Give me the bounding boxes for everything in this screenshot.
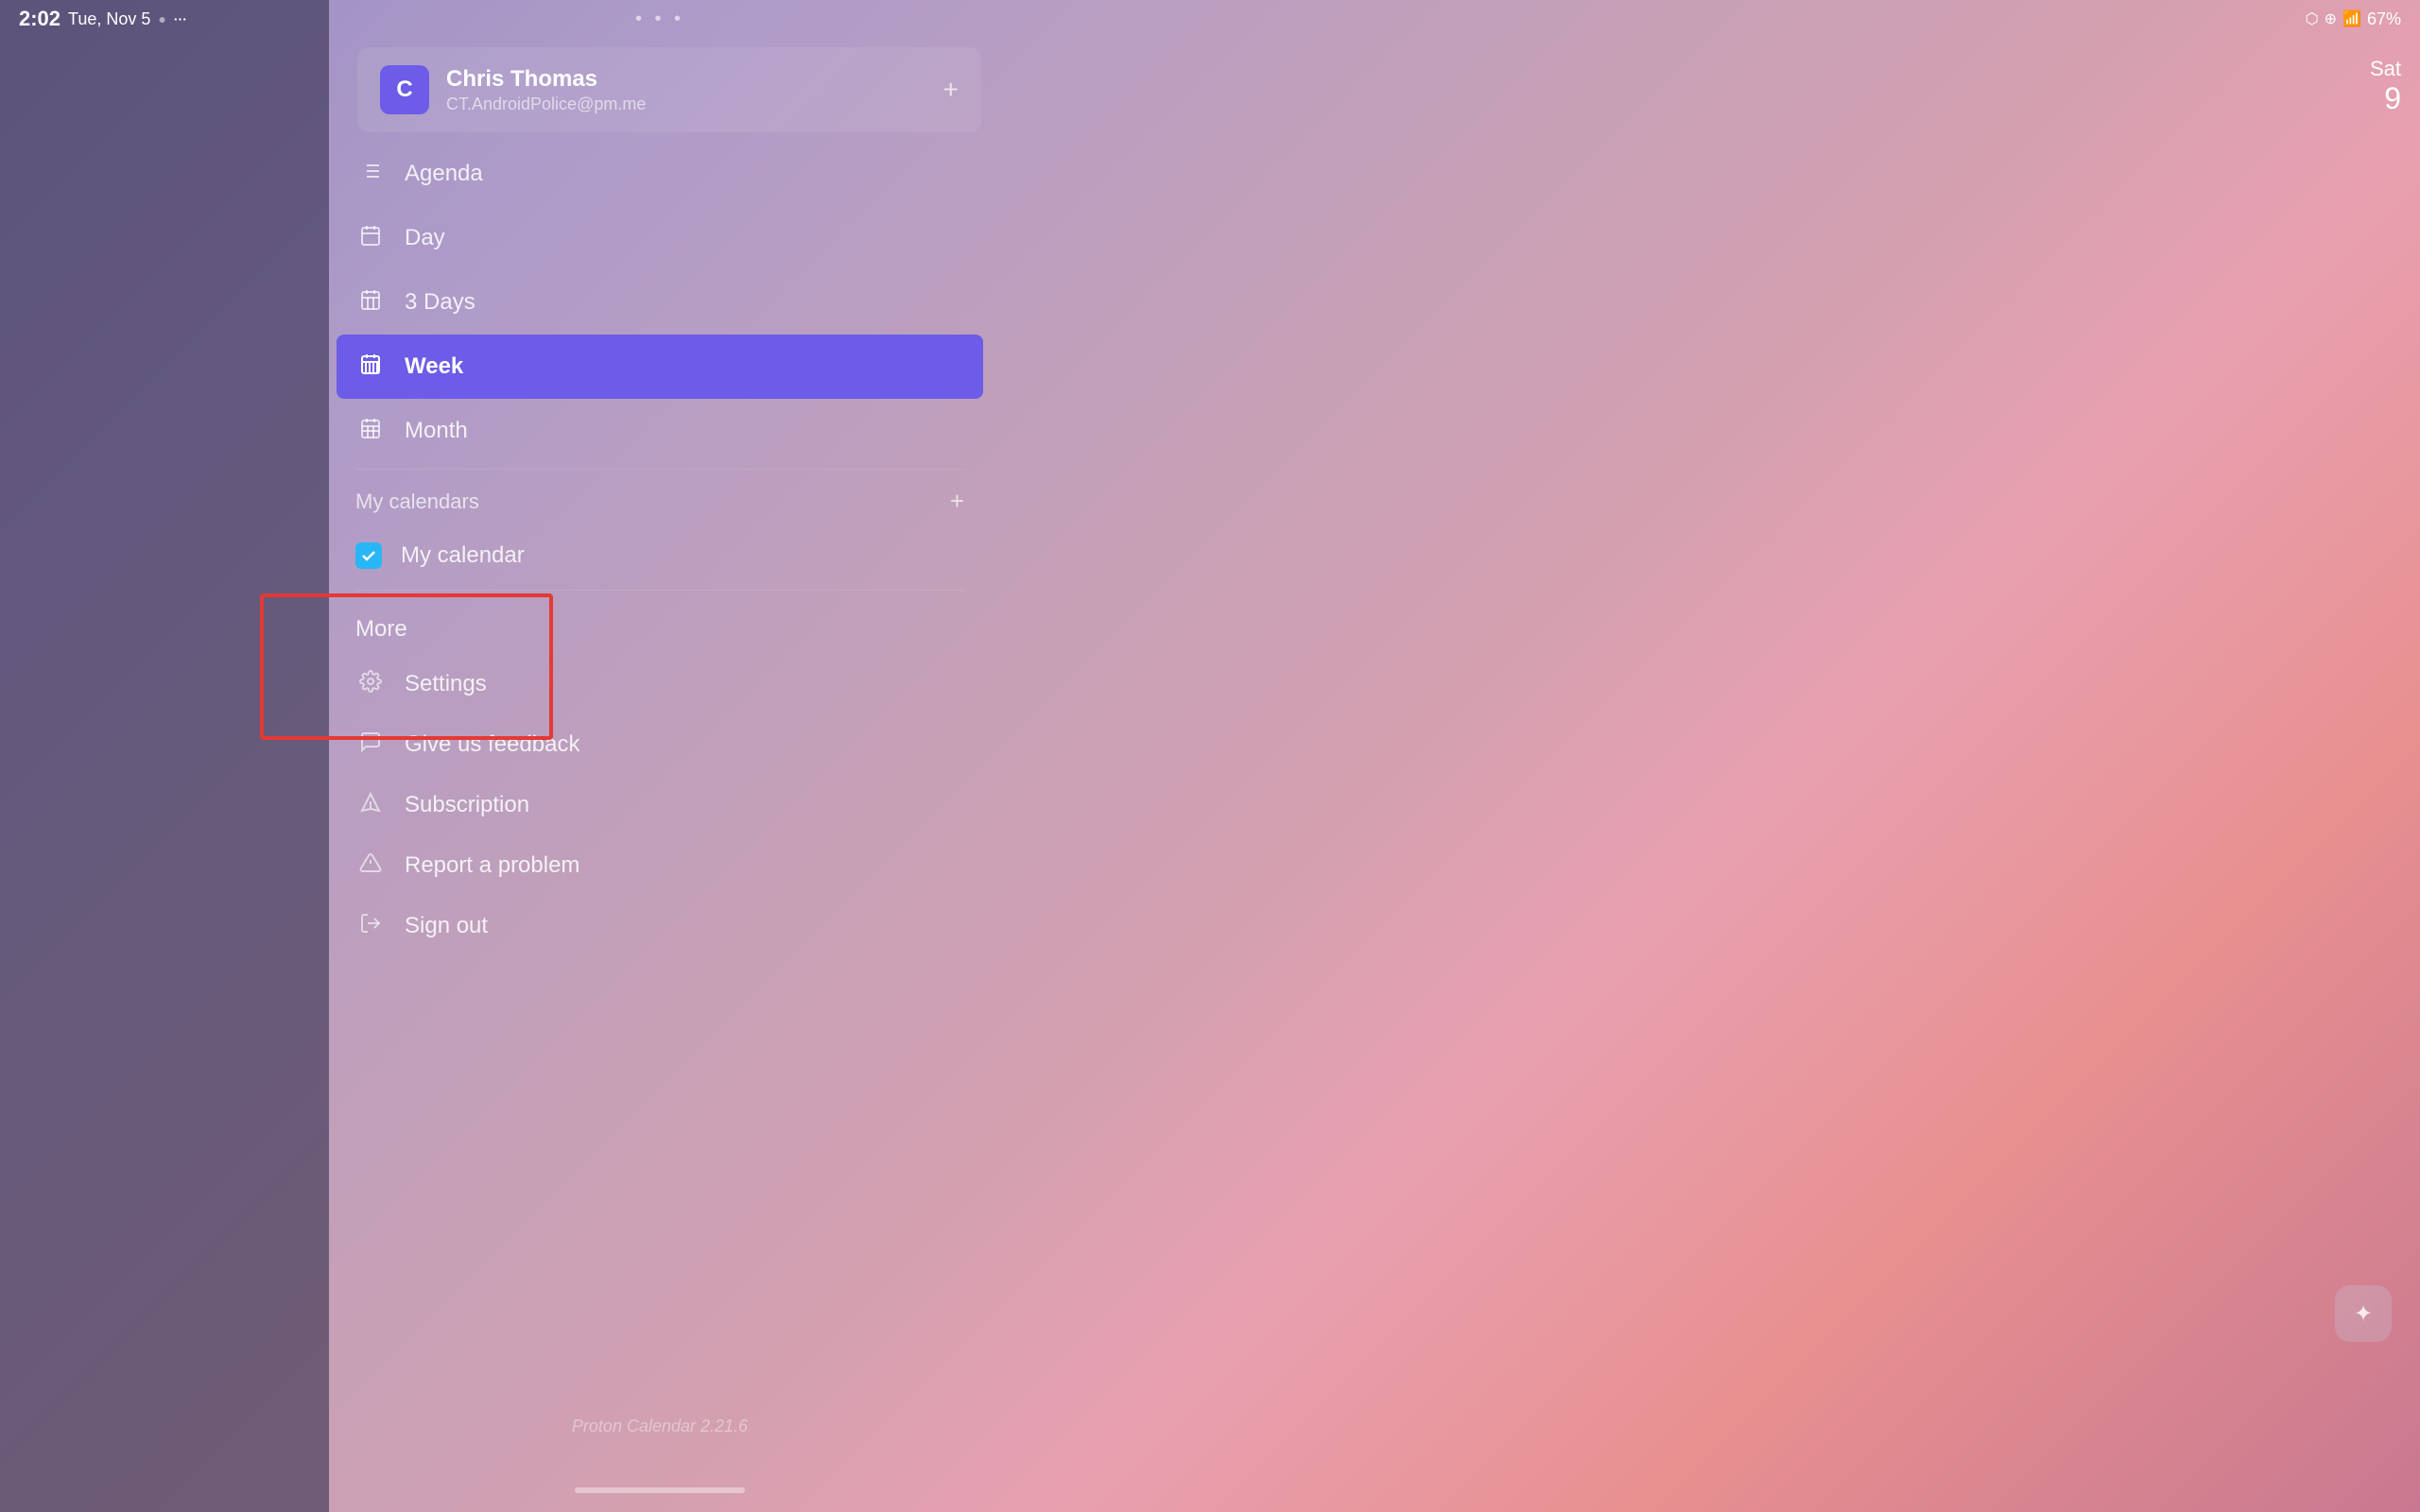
feedback-label: Give us feedback (405, 731, 579, 758)
signout-item[interactable]: Sign out (329, 896, 991, 956)
bottom-indicator (329, 1487, 991, 1493)
dot-icon: ● (158, 11, 165, 26)
report-label: Report a problem (405, 852, 579, 879)
three-dots-icon[interactable]: • • • (635, 9, 684, 30)
date-indicator: Sat 9 (2370, 57, 2401, 116)
account-row[interactable]: C Chris Thomas CT.AndroidPolice@pm.me + (357, 47, 981, 132)
battery-indicator: 67% (2367, 9, 2401, 29)
day-icon (355, 224, 386, 252)
nav-item-day[interactable]: Day (329, 206, 991, 270)
status-bar-left: 2:02 Tue, Nov 5 ● ··· (19, 7, 187, 31)
signout-icon (355, 912, 386, 940)
3days-label: 3 Days (405, 289, 475, 316)
left-panel (0, 0, 329, 1512)
feedback-icon (355, 730, 386, 759)
settings-item[interactable]: Settings (329, 654, 991, 714)
date-display: Tue, Nov 5 (68, 9, 150, 29)
account-info: Chris Thomas CT.AndroidPolice@pm.me (446, 66, 926, 114)
home-bar (575, 1487, 745, 1493)
top-dots-bar: • • • (329, 0, 991, 38)
week-label: Week (405, 353, 463, 380)
add-account-button[interactable]: + (943, 75, 959, 105)
my-calendar-checkbox[interactable] (355, 542, 382, 569)
location-icon: ⊕ (2325, 9, 2337, 28)
widget-button[interactable]: ✦ (2335, 1285, 2392, 1342)
subscription-icon (355, 791, 386, 819)
widget-icon: ✦ (2354, 1300, 2373, 1328)
agenda-label: Agenda (405, 161, 483, 187)
3days-icon (355, 288, 386, 317)
nav-item-agenda[interactable]: Agenda (329, 142, 991, 206)
account-avatar: C (380, 65, 429, 114)
nav-item-week[interactable]: Week (337, 335, 983, 399)
my-calendar-label: My calendar (401, 542, 525, 569)
settings-label: Settings (405, 671, 487, 697)
add-calendar-button[interactable]: + (950, 487, 964, 516)
date-day: Sat (2370, 57, 2401, 81)
version-text: Proton Calendar 2.21.6 (329, 1417, 991, 1436)
time-display: 2:02 (19, 7, 60, 31)
more-section: More Settings Give us feedback Subscript… (329, 605, 991, 956)
nav-item-month[interactable]: Month (329, 399, 991, 463)
more-status-icon: ··· (174, 11, 187, 26)
bluetooth-icon: ⬡ (2306, 9, 2319, 28)
nav-item-3days[interactable]: 3 Days (329, 270, 991, 335)
nav-divider (355, 469, 964, 470)
wifi-icon: 📶 (2342, 9, 2361, 28)
month-label: Month (405, 418, 468, 444)
calendar-divider (355, 590, 964, 591)
signout-label: Sign out (405, 913, 488, 939)
account-email: CT.AndroidPolice@pm.me (446, 94, 926, 114)
status-bar-right: ⬡ ⊕ 📶 67% (2306, 9, 2401, 29)
agenda-icon (355, 160, 386, 188)
calendar-item-my[interactable]: My calendar (329, 527, 991, 584)
nav-section: Agenda Day 3 Days (329, 142, 991, 596)
more-section-title: More (329, 605, 991, 654)
subscription-item[interactable]: Subscription (329, 775, 991, 835)
week-icon (355, 352, 386, 381)
account-name: Chris Thomas (446, 66, 926, 93)
subscription-label: Subscription (405, 792, 529, 818)
report-item[interactable]: Report a problem (329, 835, 991, 896)
day-label: Day (405, 225, 445, 251)
settings-icon (355, 670, 386, 698)
report-icon (355, 851, 386, 880)
calendars-title: My calendars (355, 490, 479, 514)
date-num: 9 (2370, 81, 2401, 116)
calendars-section-header: My calendars + (329, 475, 991, 527)
feedback-item[interactable]: Give us feedback (329, 714, 991, 775)
month-icon (355, 417, 386, 445)
